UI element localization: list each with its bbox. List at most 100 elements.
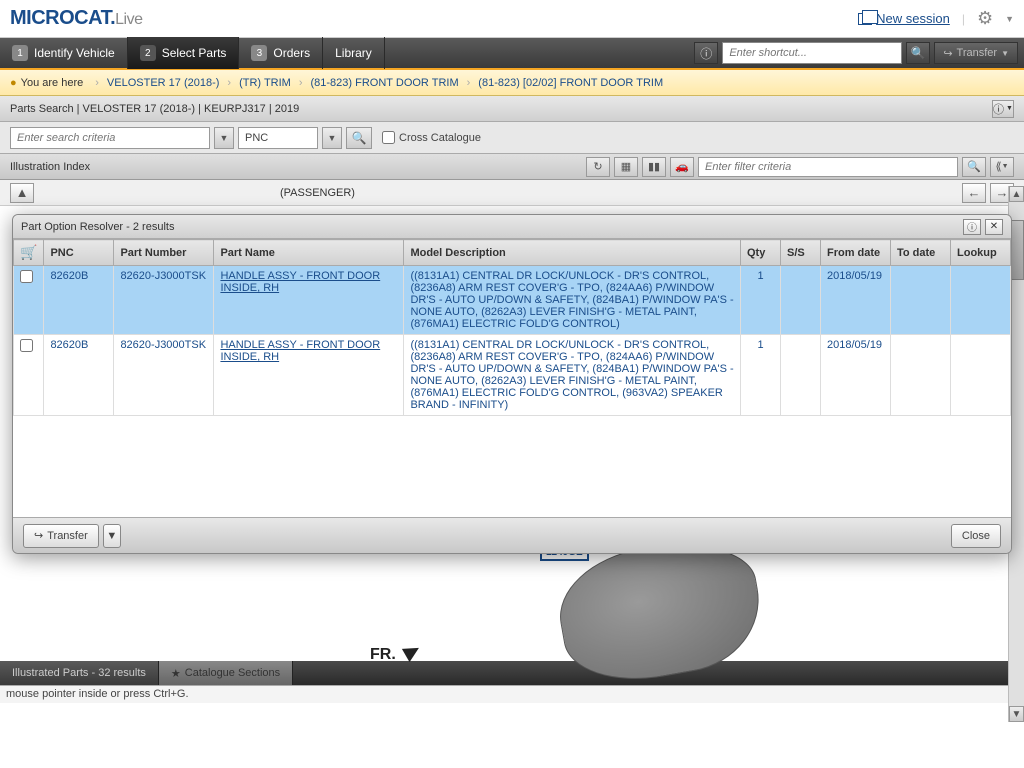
- search-input[interactable]: [10, 127, 210, 149]
- row-to: [891, 335, 951, 416]
- col-ss[interactable]: S/S: [781, 240, 821, 266]
- illustration-tools: ↻ ▦ ▮▮ 🚗 🔍 ⟪▼: [586, 157, 1014, 177]
- row-checkbox-cell[interactable]: [14, 335, 44, 416]
- row-desc: ((8131A1) CENTRAL DR LOCK/UNLOCK - DR'S …: [404, 266, 741, 335]
- row-pn: 82620-J3000TSK: [114, 266, 214, 335]
- illustration-subrow: ▲ (PASSENGER) ← →: [0, 180, 1024, 206]
- row-from: 2018/05/19: [821, 266, 891, 335]
- chevron-down-icon: ▼: [1006, 105, 1013, 112]
- chevron-right-icon: ›: [227, 77, 231, 89]
- modal-header-icons: ⓘ ✕: [963, 219, 1003, 235]
- search-dropdown-icon[interactable]: ▼: [214, 127, 234, 149]
- tab-identify-vehicle[interactable]: 1 Identify Vehicle: [0, 37, 128, 69]
- tab-catalogue-sections[interactable]: ★Catalogue Sections: [159, 661, 293, 685]
- row-name[interactable]: HANDLE ASSY - FRONT DOOR INSIDE, RH: [214, 335, 404, 416]
- grid-icon[interactable]: ▦: [614, 157, 638, 177]
- col-lookup[interactable]: Lookup: [951, 240, 1011, 266]
- illustration-header: Illustration Index ↻ ▦ ▮▮ 🚗 🔍 ⟪▼: [0, 154, 1024, 180]
- col-desc[interactable]: Model Description: [404, 240, 741, 266]
- pnc-dropdown-icon[interactable]: ▼: [322, 127, 342, 149]
- col-partname[interactable]: Part Name: [214, 240, 404, 266]
- col-qty[interactable]: Qty: [741, 240, 781, 266]
- row-ss: [781, 335, 821, 416]
- row-lookup: [951, 335, 1011, 416]
- filter-settings-icon[interactable]: ⟪▼: [990, 157, 1014, 177]
- col-cart[interactable]: 🛒: [14, 240, 44, 266]
- pnc-select[interactable]: [238, 127, 318, 149]
- fr-arrow-icon: ▶: [399, 636, 425, 665]
- row-qty: 1: [741, 335, 781, 416]
- app-header: MICROCAT.Live New session | ⚙ ▼: [0, 0, 1024, 38]
- close-icon[interactable]: ✕: [985, 219, 1003, 235]
- breadcrumb-item[interactable]: VELOSTER 17 (2018-): [103, 77, 224, 89]
- car-icon[interactable]: 🚗: [670, 157, 694, 177]
- scroll-up-icon[interactable]: ▲: [1009, 186, 1024, 202]
- app-logo: MICROCAT.Live: [10, 7, 142, 30]
- breadcrumb-item[interactable]: (81-823) FRONT DOOR TRIM: [307, 77, 463, 89]
- gear-icon[interactable]: ⚙: [977, 8, 993, 29]
- info-button[interactable]: ⓘ▼: [992, 100, 1014, 118]
- col-from[interactable]: From date: [821, 240, 891, 266]
- cross-catalogue-label: Cross Catalogue: [399, 132, 481, 144]
- tab-illustrated-parts[interactable]: Illustrated Parts - 32 results: [0, 661, 159, 685]
- shortcut-input[interactable]: [722, 42, 902, 64]
- tab-orders[interactable]: 3Orders: [239, 37, 323, 69]
- row-checkbox-cell[interactable]: [14, 266, 44, 335]
- row-desc: ((8131A1) CENTRAL DR LOCK/UNLOCK - DR'S …: [404, 335, 741, 416]
- bottom-tabs: Illustrated Parts - 32 results ★Catalogu…: [0, 661, 1024, 685]
- search-icon[interactable]: 🔍: [962, 157, 986, 177]
- new-session-link[interactable]: New session: [858, 11, 950, 26]
- cross-catalogue-input[interactable]: [382, 131, 395, 144]
- scroll-thumb[interactable]: [1010, 220, 1024, 280]
- col-partnumber[interactable]: Part Number: [114, 240, 214, 266]
- breadcrumb: ●You are here › VELOSTER 17 (2018-) › (T…: [0, 70, 1024, 96]
- row-checkbox[interactable]: [20, 339, 33, 352]
- modal-header: Part Option Resolver - 2 results ⓘ ✕: [13, 215, 1011, 239]
- collapse-icon[interactable]: ▲: [10, 183, 34, 203]
- tab-library[interactable]: Library: [323, 37, 385, 69]
- breadcrumb-item[interactable]: (TR) TRIM: [235, 77, 295, 89]
- info-icon[interactable]: ⓘ: [694, 42, 718, 64]
- row-checkbox[interactable]: [20, 270, 33, 283]
- part-name-link[interactable]: HANDLE ASSY - FRONT DOOR INSIDE, RH: [220, 270, 380, 294]
- col-to[interactable]: To date: [891, 240, 951, 266]
- cross-catalogue-checkbox[interactable]: Cross Catalogue: [382, 131, 481, 144]
- modal-body: 🛒 PNC Part Number Part Name Model Descri…: [13, 239, 1011, 517]
- cart-icon: 🛒: [20, 244, 37, 260]
- info-icon[interactable]: ⓘ: [963, 219, 981, 235]
- transfer-dropdown-icon[interactable]: ▼: [103, 524, 121, 548]
- results-table: 🛒 PNC Part Number Part Name Model Descri…: [13, 239, 1011, 416]
- divider: |: [962, 12, 965, 26]
- table-row[interactable]: 82620B 82620-J3000TSK HANDLE ASSY - FRON…: [14, 335, 1011, 416]
- gear-dropdown-icon[interactable]: ▼: [1005, 14, 1014, 24]
- tab-label: Identify Vehicle: [34, 46, 115, 60]
- transfer-button[interactable]: ↪Transfer▼: [934, 42, 1018, 64]
- chevron-right-icon: ›: [467, 77, 471, 89]
- row-to: [891, 266, 951, 335]
- filter-input[interactable]: [698, 157, 958, 177]
- tab-num: 2: [140, 45, 156, 61]
- scroll-down-icon[interactable]: ▼: [1009, 706, 1024, 722]
- table-row[interactable]: 82620B 82620-J3000TSK HANDLE ASSY - FRON…: [14, 266, 1011, 335]
- part-name-link[interactable]: HANDLE ASSY - FRONT DOOR INSIDE, RH: [220, 339, 380, 363]
- prev-icon[interactable]: ←: [962, 183, 986, 203]
- transfer-button[interactable]: ↪Transfer: [23, 524, 99, 548]
- breadcrumb-item[interactable]: (81-823) [02/02] FRONT DOOR TRIM: [474, 77, 667, 89]
- subheader-text: Parts Search | VELOSTER 17 (2018-) | KEU…: [10, 103, 299, 115]
- search-row: ▼ ▼ 🔍 Cross Catalogue: [0, 122, 1024, 154]
- part-option-resolver-modal: Part Option Resolver - 2 results ⓘ ✕ 🛒 P…: [12, 214, 1012, 554]
- tab-num: 1: [12, 45, 28, 61]
- row-qty: 1: [741, 266, 781, 335]
- chevron-right-icon: ›: [95, 77, 99, 89]
- list-icon[interactable]: ▮▮: [642, 157, 666, 177]
- search-icon[interactable]: 🔍: [346, 127, 372, 149]
- search-icon[interactable]: 🔍: [906, 42, 930, 64]
- tab-num: 3: [251, 45, 267, 61]
- passenger-label: (PASSENGER): [280, 187, 355, 199]
- refresh-icon[interactable]: ↻: [586, 157, 610, 177]
- tab-select-parts[interactable]: 2Select Parts: [128, 37, 240, 69]
- close-button[interactable]: Close: [951, 524, 1001, 548]
- col-pnc[interactable]: PNC: [44, 240, 114, 266]
- status-bar: mouse pointer inside or press Ctrl+G.: [0, 685, 1024, 703]
- row-name[interactable]: HANDLE ASSY - FRONT DOOR INSIDE, RH: [214, 266, 404, 335]
